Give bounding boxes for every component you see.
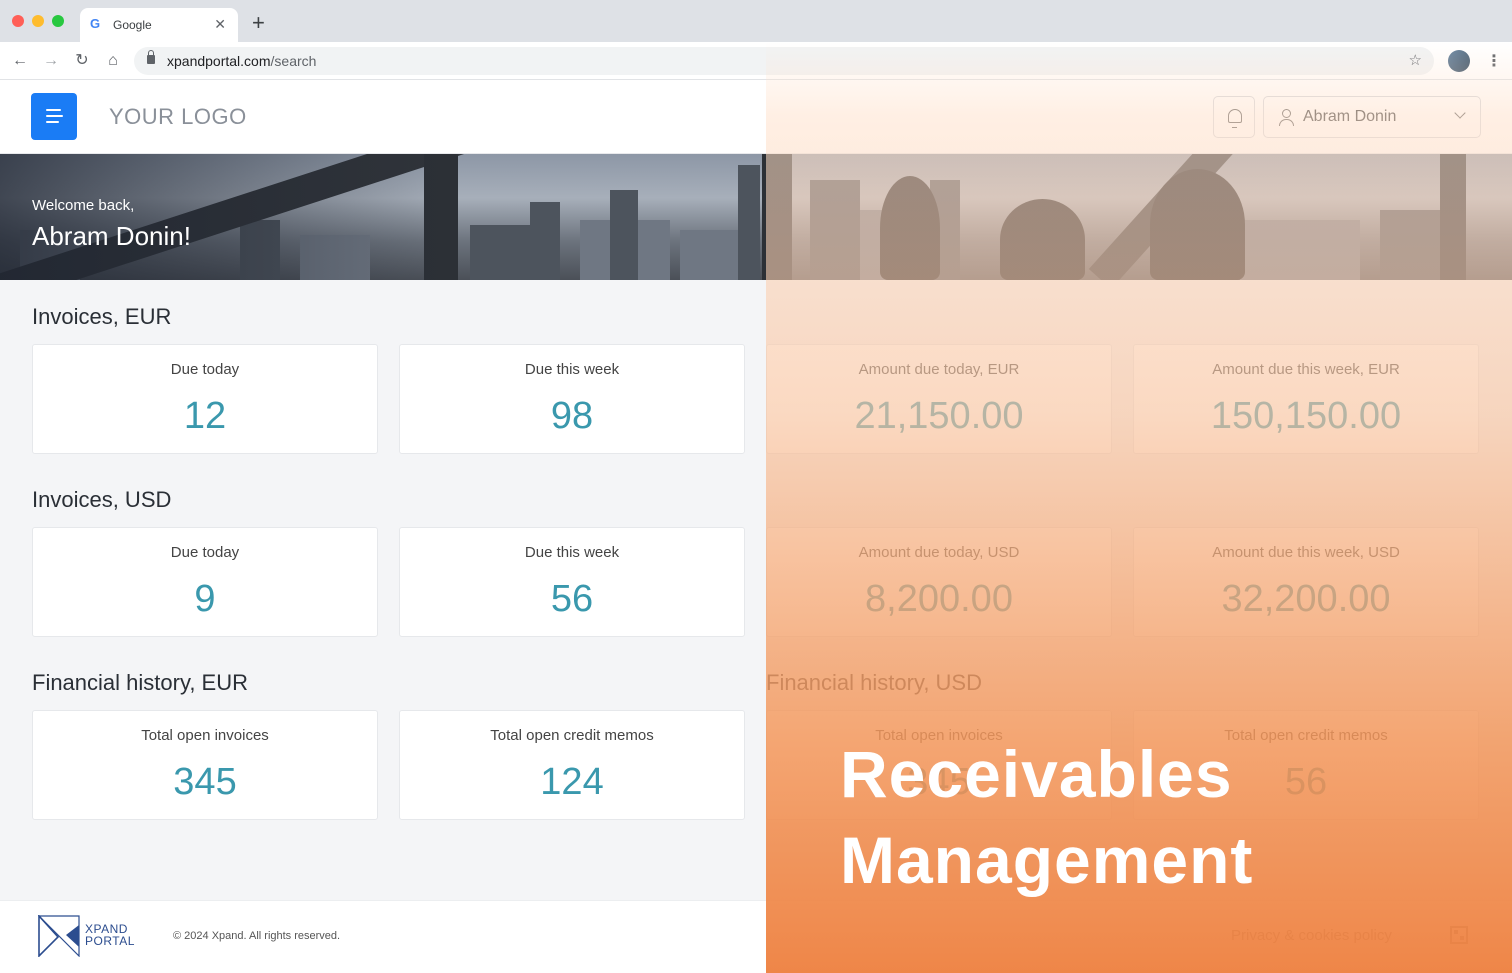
card-value: 150,150.00 bbox=[1210, 395, 1402, 437]
bell-icon bbox=[1228, 109, 1242, 128]
card-label: Amount due today, USD bbox=[858, 544, 1020, 561]
google-favicon-icon: G bbox=[90, 16, 101, 31]
stat-card-amount-week-usd[interactable]: Amount due this week, USD 32,200.00 bbox=[1133, 527, 1479, 637]
bookmark-star-icon[interactable]: ☆ bbox=[1409, 51, 1422, 69]
browser-profile-avatar[interactable] bbox=[1448, 50, 1470, 72]
maximize-window-button[interactable] bbox=[52, 15, 64, 27]
section-title-invoices-usd: Invoices, USD bbox=[32, 487, 172, 512]
skyline-building bbox=[1380, 210, 1440, 280]
card-label: Total open invoices bbox=[141, 727, 269, 744]
menu-line-icon bbox=[46, 121, 59, 123]
browser-address-bar: ← → ↻ ⌂ xpandportal.com/search ☆ ⋮ bbox=[0, 42, 1512, 80]
reload-icon[interactable]: ↻ bbox=[72, 51, 92, 71]
card-label: Amount due this week, USD bbox=[1212, 544, 1400, 561]
skyline-building bbox=[530, 202, 560, 280]
xpand-portal-wordmark: XPAND PORTAL bbox=[85, 923, 135, 947]
hero-banner: Welcome back, Abram Donin! bbox=[0, 154, 1512, 280]
card-label: Due today bbox=[170, 361, 240, 378]
tab-title: Google bbox=[113, 18, 152, 32]
close-window-button[interactable] bbox=[12, 15, 24, 27]
card-value: 32,200.00 bbox=[1221, 578, 1391, 620]
card-label: Total open credit memos bbox=[490, 727, 654, 744]
copyright-text: © 2024 Xpand. All rights reserved. bbox=[173, 930, 341, 942]
card-value: 345 bbox=[173, 761, 237, 803]
person-silhouette bbox=[1000, 199, 1085, 280]
stat-card-amount-today-eur[interactable]: Amount due today, EUR 21,150.00 bbox=[766, 344, 1112, 454]
home-icon[interactable]: ⌂ bbox=[103, 51, 123, 71]
hamburger-menu-button[interactable] bbox=[31, 93, 77, 140]
new-tab-plus-icon[interactable]: + bbox=[252, 12, 265, 34]
card-value: 8,200.00 bbox=[865, 578, 1013, 620]
stat-card-amount-today-usd[interactable]: Amount due today, USD 8,200.00 bbox=[766, 527, 1112, 637]
stat-card-due-today-eur[interactable]: Due today 12 bbox=[32, 344, 378, 454]
privacy-policy-link[interactable]: Privacy & cookies policy bbox=[1231, 927, 1392, 944]
section-title-history-usd: Financial history, USD bbox=[766, 670, 982, 695]
skyline-building bbox=[738, 165, 760, 280]
menu-line-icon bbox=[46, 115, 63, 117]
card-label: Due this week bbox=[524, 361, 620, 378]
card-value: 98 bbox=[550, 395, 594, 437]
page-footer: XPAND PORTAL © 2024 Xpand. All rights re… bbox=[0, 900, 1512, 973]
promo-heading-line-2: Management bbox=[840, 823, 1254, 897]
minimize-window-button[interactable] bbox=[32, 15, 44, 27]
skyline-building bbox=[680, 230, 740, 280]
stat-card-due-week-usd[interactable]: Due this week 56 bbox=[399, 527, 745, 637]
browser-menu-kebab-icon[interactable]: ⋮ bbox=[1486, 51, 1502, 71]
url-omnibox[interactable]: xpandportal.com/search ☆ bbox=[134, 47, 1434, 75]
brand-line-2: PORTAL bbox=[85, 934, 135, 948]
card-label: Amount due this week, EUR bbox=[1212, 361, 1400, 378]
chevron-down-icon bbox=[1454, 107, 1466, 119]
card-value: 12 bbox=[183, 395, 227, 437]
xpand-logo-icon bbox=[38, 915, 80, 957]
card-label: Due this week bbox=[524, 544, 620, 561]
card-value: 124 bbox=[540, 761, 604, 803]
skyline-building bbox=[810, 180, 860, 280]
user-menu-dropdown[interactable]: Abram Donin bbox=[1263, 96, 1481, 138]
section-title-history-eur: Financial history, EUR bbox=[32, 670, 248, 695]
lock-icon bbox=[147, 50, 155, 64]
section-title-invoices-eur: Invoices, EUR bbox=[32, 304, 172, 329]
stat-card-due-today-usd[interactable]: Due today 9 bbox=[32, 527, 378, 637]
url-host: xpandportal.com bbox=[167, 53, 271, 69]
forward-arrow-icon[interactable]: → bbox=[41, 51, 61, 71]
window-frame bbox=[762, 154, 792, 280]
stat-card-open-invoices-eur[interactable]: Total open invoices 345 bbox=[32, 710, 378, 820]
app-logo[interactable]: YOUR LOGO bbox=[109, 104, 247, 130]
back-arrow-icon[interactable]: ← bbox=[10, 51, 30, 71]
menu-line-icon bbox=[46, 109, 61, 111]
card-label: Amount due today, EUR bbox=[858, 361, 1020, 378]
browser-tab-bar: G Google ✕ + bbox=[0, 0, 1512, 42]
url-path: /search bbox=[270, 53, 317, 69]
user-name: Abram Donin bbox=[1303, 108, 1397, 125]
person-silhouette bbox=[1150, 169, 1245, 280]
person-silhouette bbox=[880, 176, 940, 280]
stat-card-open-credit-memos-eur[interactable]: Total open credit memos 124 bbox=[399, 710, 745, 820]
skyline-building bbox=[1240, 220, 1360, 280]
card-label: Due today bbox=[170, 544, 240, 561]
promo-heading-line-1: Receivables bbox=[840, 737, 1233, 811]
skyline-building bbox=[610, 190, 638, 280]
card-value: 9 bbox=[194, 578, 216, 620]
qr-code-icon[interactable] bbox=[1450, 926, 1468, 944]
window-frame bbox=[1440, 154, 1466, 280]
welcome-subtitle: Welcome back, bbox=[32, 197, 135, 214]
notifications-button[interactable] bbox=[1213, 96, 1255, 138]
tab-close-icon[interactable]: ✕ bbox=[214, 16, 226, 32]
card-value: 56 bbox=[550, 578, 594, 620]
hero-shade bbox=[0, 154, 460, 280]
card-value: 21,150.00 bbox=[854, 395, 1024, 437]
app-header: YOUR LOGO Abram Donin bbox=[0, 80, 1512, 154]
browser-tab[interactable]: G Google ✕ bbox=[80, 8, 238, 42]
user-icon bbox=[1279, 109, 1294, 126]
stat-card-due-week-eur[interactable]: Due this week 98 bbox=[399, 344, 745, 454]
url-text[interactable]: xpandportal.com/search bbox=[167, 53, 316, 69]
welcome-name: Abram Donin! bbox=[32, 221, 191, 251]
stat-card-amount-week-eur[interactable]: Amount due this week, EUR 150,150.00 bbox=[1133, 344, 1479, 454]
